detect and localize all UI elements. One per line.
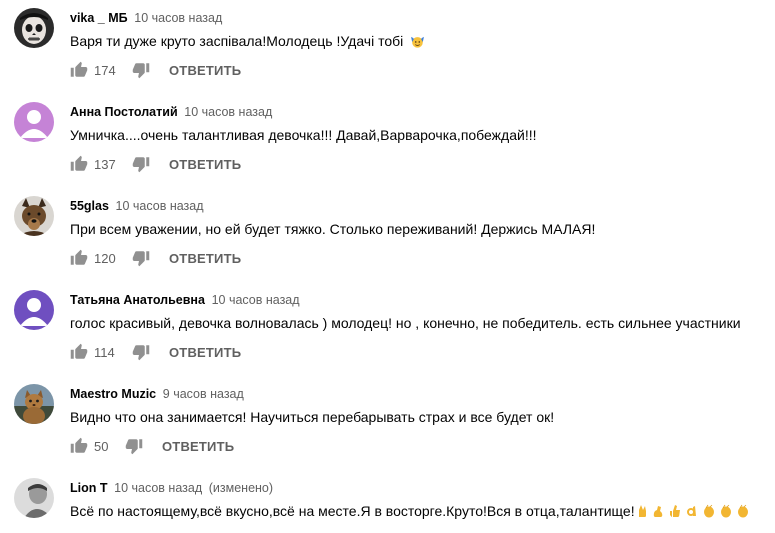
comment-text: Умничка....очень талантливая девочка!!! … (70, 125, 536, 145)
comment-actions: 120 ОТВЕТИТЬ (70, 248, 241, 268)
comment: Lion T 10 часов назад (изменено) Всё по … (0, 470, 775, 533)
author-name[interactable]: Анна Постолатий (70, 105, 178, 119)
author-name[interactable]: vika _ МБ (70, 11, 128, 25)
comment-body: Умничка....очень талантливая девочка!!! … (70, 127, 537, 143)
crossed-fingers-emoji-icon (638, 505, 646, 517)
author-name[interactable]: Lion T (70, 481, 108, 495)
comment-text: Варя ти дуже круто заспівала!Молодець !У… (70, 31, 425, 51)
clapping-hands-emoji-icon (737, 504, 748, 518)
comment-time[interactable]: 10 часов назад (134, 11, 222, 25)
avatar[interactable] (14, 8, 54, 48)
comment-header: Lion T 10 часов назад (изменено) (70, 480, 273, 496)
like-count: 114 (94, 344, 115, 360)
comment-text: голос красивый, девочка волновалась ) мо… (70, 313, 741, 333)
comment: Татьяна Анатольевна 10 часов назад голос… (0, 282, 775, 376)
comment-text: При всем уважении, но ей будет тяжко. Ст… (70, 219, 595, 239)
comment-actions: 50 ОТВЕТИТЬ (70, 436, 234, 456)
default-avatar-icon (14, 102, 54, 142)
author-name[interactable]: Татьяна Анатольевна (70, 293, 205, 307)
like-count: 120 (94, 250, 116, 266)
reply-button[interactable]: ОТВЕТИТЬ (162, 439, 234, 454)
ok-hand-emoji-icon (687, 506, 697, 516)
reply-button[interactable]: ОТВЕТИТЬ (169, 157, 241, 172)
clapping-hands-emoji-icon (721, 504, 732, 518)
like-count: 137 (94, 156, 116, 172)
dog-avatar-icon (14, 196, 54, 236)
comment-actions: 174 ОТВЕТИТЬ (70, 60, 241, 80)
thumb-down-icon[interactable] (132, 61, 150, 79)
comment-body: голос красивый, девочка волновалась ) мо… (70, 315, 741, 331)
cat-avatar-icon (14, 384, 54, 424)
thumb-down-icon[interactable] (125, 437, 143, 455)
reply-button[interactable]: ОТВЕТИТЬ (169, 63, 241, 78)
comment-header: vika _ МБ 10 часов назад (70, 10, 222, 26)
comment-header: Татьяна Анатольевна 10 часов назад (70, 292, 300, 308)
skull-avatar-icon (14, 8, 54, 48)
thumb-down-icon[interactable] (132, 155, 150, 173)
raising-hands-emoji-icon (411, 36, 425, 48)
thumb-down-icon[interactable] (132, 343, 150, 361)
thumb-up-icon[interactable] (70, 249, 88, 267)
thumbs-up-emoji-icon (670, 505, 681, 517)
comment: Maestro Muzic 9 часов назад Видно что он… (0, 376, 775, 470)
edited-label: (изменено) (208, 481, 274, 495)
comment-header: Maestro Muzic 9 часов назад (70, 386, 244, 402)
avatar[interactable] (14, 102, 54, 142)
comment-time[interactable]: 10 часов назад (212, 293, 300, 307)
comments-section: vika _ МБ 10 часов назад Варя ти дуже кр… (0, 0, 775, 533)
default-avatar-icon (14, 290, 54, 330)
author-name[interactable]: 55glas (70, 199, 109, 213)
thumb-up-icon[interactable] (70, 343, 88, 361)
comment-time[interactable]: 9 часов назад (163, 387, 244, 401)
avatar[interactable] (14, 290, 54, 330)
flexed-biceps-emoji-icon (654, 506, 663, 517)
comment-time[interactable]: 10 часов назад (184, 105, 272, 119)
comment: vika _ МБ 10 часов назад Варя ти дуже кр… (0, 0, 775, 94)
comment-time[interactable]: 10 часов назад (114, 481, 202, 495)
avatar[interactable] (14, 384, 54, 424)
comment-body: При всем уважении, но ей будет тяжко. Ст… (70, 221, 596, 237)
comment-time[interactable]: 10 часов назад (116, 199, 204, 213)
thumb-down-icon[interactable] (132, 249, 150, 267)
comment-text: Всё по настоящему,всё вкусно,всё на мест… (70, 501, 749, 521)
comment-header: 55glas 10 часов назад (70, 198, 204, 214)
emoji-row (635, 501, 749, 521)
comment-body: Видно что она занимается! Научиться пере… (70, 409, 555, 425)
comment-body: Всё по настоящему,всё вкусно,всё на мест… (70, 503, 635, 519)
avatar[interactable] (14, 478, 54, 518)
photo-avatar-icon (14, 478, 54, 518)
avatar[interactable] (14, 196, 54, 236)
comment-body: Варя ти дуже круто заспівала!Молодець !У… (70, 33, 404, 49)
thumb-up-icon[interactable] (70, 155, 88, 173)
reply-button[interactable]: ОТВЕТИТЬ (169, 251, 241, 266)
like-count: 50 (94, 438, 109, 454)
thumb-up-icon[interactable] (70, 61, 88, 79)
thumb-up-icon[interactable] (70, 437, 88, 455)
comment-text: Видно что она занимается! Научиться пере… (70, 407, 554, 427)
comment: 55glas 10 часов назад При всем уважении,… (0, 188, 775, 282)
comment-actions: 137 ОТВЕТИТЬ (70, 154, 241, 174)
like-count: 174 (94, 62, 116, 78)
comment-header: Анна Постолатий 10 часов назад (70, 104, 272, 120)
comment: Анна Постолатий 10 часов назад Умничка..… (0, 94, 775, 188)
reply-button[interactable]: ОТВЕТИТЬ (169, 345, 241, 360)
comment-actions: 114 ОТВЕТИТЬ (70, 342, 241, 362)
clapping-hands-emoji-icon (704, 504, 715, 518)
author-name[interactable]: Maestro Muzic (70, 387, 156, 401)
